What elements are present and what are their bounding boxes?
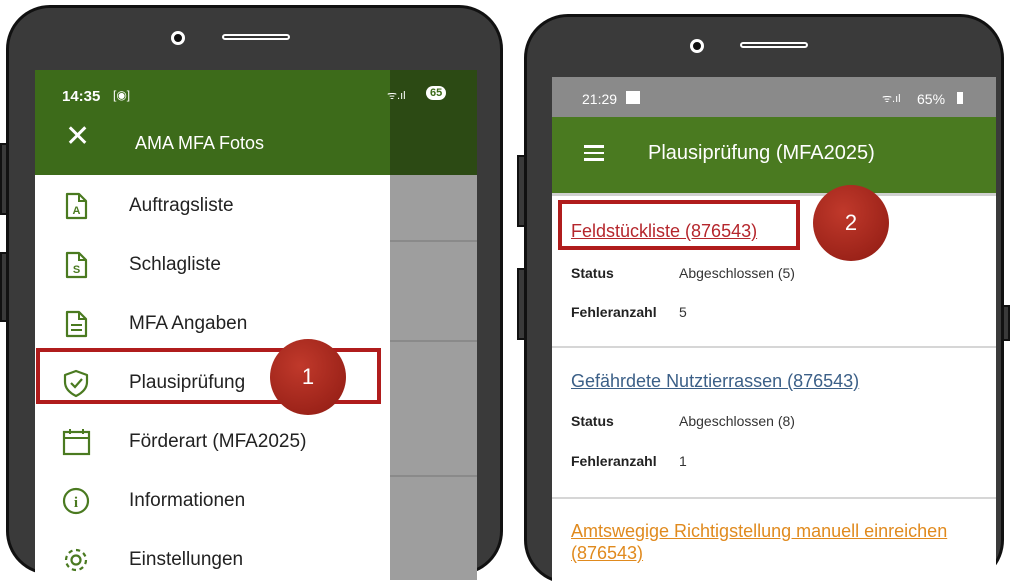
card-title-link-line2[interactable]: (876543) (571, 543, 643, 564)
right-phone: 21:29 ᯤ.ıl 65% Plausiprüfung (MFA2025) F… (524, 14, 1004, 587)
highlight-box-feldstueckliste (558, 200, 800, 250)
drawer-header: 14:35 [◉] ᯤ.ıl 65 ✕ AMA MFA Fotos (35, 70, 447, 175)
menu-item-label: Förderart (MFA2025) (129, 431, 307, 452)
document-s-icon: S (65, 251, 88, 279)
left-phone-camera (171, 31, 185, 45)
header-shadow (552, 193, 996, 196)
card-title-link[interactable]: Gefährdete Nutztierrassen (876543) (571, 371, 859, 392)
callout-badge-2: 2 (813, 185, 889, 261)
battery-percentage: 65% (917, 91, 946, 107)
menu-item-schlagliste[interactable]: S Schlagliste (35, 236, 390, 294)
right-phone-camera (690, 39, 704, 53)
menu-item-auftragsliste[interactable]: A Auftragsliste (35, 177, 390, 235)
left-phone-screen: 14:35 [◉] ᯤ.ıl 65 ✕ AMA MFA Fotos A Auft… (35, 70, 477, 580)
errors-value: 5 (679, 304, 687, 320)
menu-item-foerderart[interactable]: Förderart (MFA2025) (35, 413, 390, 471)
drawer-title: AMA MFA Fotos (135, 133, 265, 153)
menu-item-informationen[interactable]: i Informationen (35, 472, 390, 530)
card-divider (552, 346, 996, 348)
battery-indicator: 65 (426, 86, 447, 100)
menu-item-mfa-angaben[interactable]: MFA Angaben (35, 295, 390, 353)
status-bar: 21:29 ᯤ.ıl 65% (552, 77, 996, 117)
navigation-drawer: 14:35 [◉] ᯤ.ıl 65 ✕ AMA MFA Fotos A Auft… (35, 70, 447, 580)
card-title-link[interactable]: Amtswegige Richtigstellung manuell einre… (571, 521, 947, 542)
status-value: Abgeschlossen (5) (679, 265, 795, 281)
left-phone-speaker (222, 34, 290, 40)
callout-badge-1: 1 (270, 339, 346, 415)
background-app-content (390, 175, 477, 580)
errors-label: Fehleranzahl (571, 304, 657, 320)
document-a-icon: A (65, 192, 88, 220)
result-card[interactable]: Amtswegige Richtigstellung manuell einre… (552, 499, 996, 587)
svg-text:i: i (74, 495, 78, 511)
status-value: Abgeschlossen (8) (679, 413, 795, 429)
menu-item-label: MFA Angaben (129, 313, 248, 334)
menu-item-einstellungen[interactable]: Einstellungen (35, 531, 390, 580)
background-divider (390, 340, 477, 342)
errors-value: 1 (679, 453, 687, 469)
menu-item-label: Schlagliste (129, 254, 221, 275)
right-phone-screen: 21:29 ᯤ.ıl 65% Plausiprüfung (MFA2025) F… (552, 77, 996, 587)
menu-item-label: Informationen (129, 490, 246, 511)
gear-icon (64, 548, 88, 572)
status-time: 21:29 (582, 91, 618, 107)
close-icon[interactable]: ✕ (65, 122, 90, 152)
hamburger-menu-icon[interactable] (584, 145, 604, 161)
info-icon: i (62, 487, 90, 515)
page-title: Plausiprüfung (MFA2025) (648, 142, 875, 164)
right-phone-speaker (740, 42, 808, 48)
status-label: Status (571, 413, 614, 429)
left-phone: 14:35 [◉] ᯤ.ıl 65 ✕ AMA MFA Fotos A Auft… (6, 5, 503, 580)
wifi-signal-icon: ᯤ.ıl (387, 90, 406, 102)
menu-item-label: Einstellungen (129, 549, 244, 570)
background-divider (390, 475, 477, 477)
svg-text:A: A (73, 205, 81, 217)
menu-item-label: Auftragsliste (129, 195, 234, 216)
screenshot-indicator-icon: [◉] (113, 88, 131, 102)
background-divider (390, 240, 477, 242)
image-notification-icon (626, 91, 640, 104)
wifi-signal-icon: ᯤ.ıl (882, 93, 901, 105)
calendar-icon (62, 429, 91, 456)
app-header: Plausiprüfung (MFA2025) (552, 117, 996, 193)
status-label: Status (571, 265, 614, 281)
errors-label: Fehleranzahl (571, 453, 657, 469)
status-time: 14:35 (62, 88, 101, 105)
svg-text:S: S (73, 264, 80, 276)
result-card[interactable]: Gefährdete Nutztierrassen (876543) Statu… (552, 349, 996, 499)
battery-icon (957, 92, 963, 104)
document-lines-icon (65, 310, 88, 338)
